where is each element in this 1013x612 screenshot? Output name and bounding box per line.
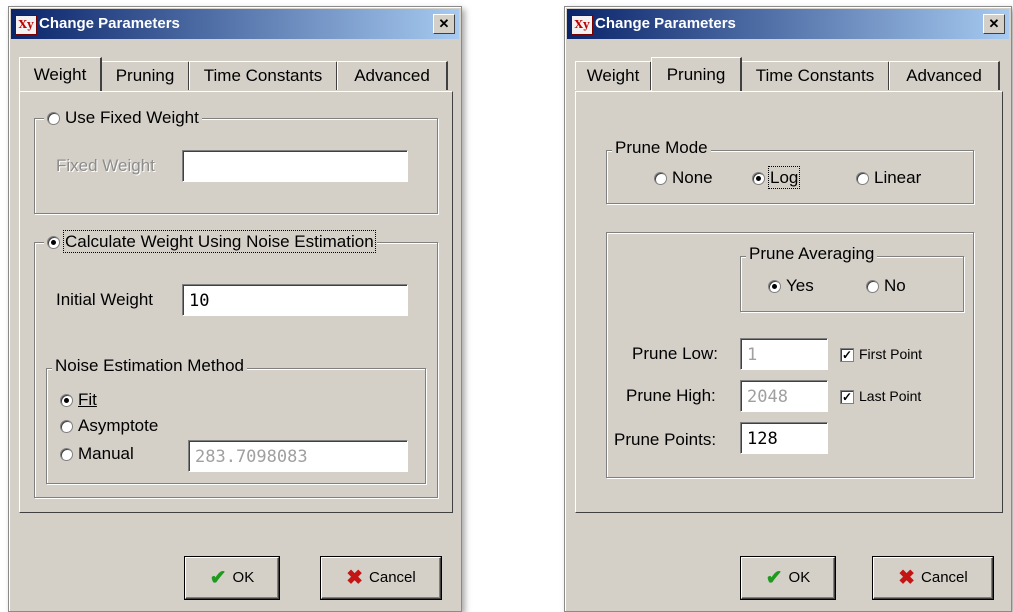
radio-icon	[47, 236, 60, 250]
weight-tab-panel: Use Fixed Weight Fixed Weight Calculate …	[19, 91, 453, 513]
app-icon: Xy	[15, 15, 37, 35]
prune-averaging-no-radio[interactable]: No	[866, 276, 906, 296]
ok-label: OK	[788, 569, 811, 586]
method-manual-label: Manual	[78, 444, 134, 463]
close-icon[interactable]: ✕	[433, 14, 455, 34]
calc-weight-radio[interactable]: Calculate Weight Using Noise Estimation	[44, 230, 377, 253]
right-dialog-window: Xy Change Parameters ✕ Weight Pruning Ti…	[564, 6, 1012, 612]
initial-weight-label: Initial Weight	[56, 290, 154, 309]
tab-pruning[interactable]: Pruning	[101, 61, 190, 90]
prune-mode-none-radio[interactable]: None	[654, 168, 713, 188]
prune-low-field[interactable]: 1	[740, 338, 828, 370]
first-point-checkbox[interactable]: ✓ First Point	[840, 346, 923, 363]
radio-icon	[752, 172, 765, 186]
x-icon: ✖	[898, 567, 916, 590]
manual-value-field[interactable]: 283.7098083	[188, 440, 408, 472]
right-title-bar[interactable]: Xy Change Parameters ✕	[567, 9, 1009, 39]
cancel-label: Cancel	[921, 569, 968, 586]
prune-none-label: None	[672, 168, 713, 187]
fixed-weight-field[interactable]	[182, 150, 408, 182]
averaging-yes-label: Yes	[786, 276, 814, 295]
checkmark-icon: ✓	[840, 348, 854, 363]
left-dialog-window: Xy Change Parameters ✕ Weight Pruning Ti…	[8, 6, 462, 612]
first-point-label: First Point	[859, 346, 923, 362]
method-asymptote-radio[interactable]: Asymptote	[60, 416, 158, 436]
cancel-button[interactable]: ✖ Cancel	[321, 557, 441, 599]
prune-points-field[interactable]: 128	[740, 422, 828, 454]
dialog-title: Change Parameters	[39, 15, 180, 32]
checkmark-icon: ✔	[765, 567, 783, 590]
use-fixed-weight-radio[interactable]: Use Fixed Weight	[44, 108, 202, 128]
radio-icon	[866, 280, 879, 294]
radio-icon	[47, 112, 60, 126]
fixed-weight-label: Fixed Weight	[56, 156, 155, 175]
pruning-tab-panel: Prune Mode None Log Linear Prune Averagi…	[575, 91, 1003, 513]
tab-time-constants[interactable]: Time Constants	[741, 61, 890, 90]
tab-advanced[interactable]: Advanced	[337, 61, 448, 90]
radio-icon	[60, 420, 73, 434]
averaging-no-label: No	[884, 276, 906, 295]
radio-icon	[856, 172, 869, 186]
prune-linear-label: Linear	[874, 168, 922, 187]
checkmark-icon: ✔	[209, 567, 227, 590]
tab-time-constants[interactable]: Time Constants	[189, 61, 338, 90]
tab-pruning[interactable]: Pruning	[651, 57, 742, 91]
method-fit-radio[interactable]: Fit	[60, 390, 97, 410]
x-icon: ✖	[346, 567, 364, 590]
app-icon: Xy	[571, 15, 593, 35]
prune-averaging-yes-radio[interactable]: Yes	[768, 276, 814, 296]
prune-mode-linear-radio[interactable]: Linear	[856, 168, 921, 188]
prune-averaging-legend: Prune Averaging	[746, 244, 878, 264]
radio-icon	[60, 394, 73, 408]
prune-points-label: Prune Points:	[614, 430, 717, 449]
prune-high-label: Prune High:	[626, 386, 716, 405]
prune-log-label: Log	[767, 166, 801, 189]
prune-mode-legend: Prune Mode	[612, 138, 711, 158]
method-asymptote-label: Asymptote	[78, 416, 159, 435]
method-manual-radio[interactable]: Manual	[60, 444, 134, 464]
noise-method-legend: Noise Estimation Method	[52, 356, 247, 376]
prune-low-label: Prune Low:	[632, 344, 718, 363]
left-title-bar[interactable]: Xy Change Parameters ✕	[11, 9, 459, 39]
tab-advanced[interactable]: Advanced	[889, 61, 1000, 90]
last-point-checkbox[interactable]: ✓ Last Point	[840, 388, 922, 405]
ok-button[interactable]: ✔ OK	[185, 557, 279, 599]
last-point-label: Last Point	[859, 388, 922, 404]
cancel-label: Cancel	[369, 569, 416, 586]
ok-button[interactable]: ✔ OK	[741, 557, 835, 599]
prune-high-field[interactable]: 2048	[740, 380, 828, 412]
tab-weight[interactable]: Weight	[575, 61, 652, 90]
tab-weight[interactable]: Weight	[19, 57, 102, 91]
method-fit-label: Fit	[78, 390, 97, 409]
radio-icon	[654, 172, 667, 186]
checkmark-icon: ✓	[840, 390, 854, 405]
dialog-title: Change Parameters	[595, 15, 736, 32]
ok-label: OK	[232, 569, 255, 586]
cancel-button[interactable]: ✖ Cancel	[873, 557, 993, 599]
calc-weight-label: Calculate Weight Using Noise Estimation	[63, 230, 376, 253]
radio-icon	[768, 280, 781, 294]
radio-icon	[60, 448, 73, 462]
close-icon[interactable]: ✕	[983, 14, 1005, 34]
prune-mode-log-radio[interactable]: Log	[752, 166, 801, 189]
use-fixed-weight-label: Use Fixed Weight	[65, 108, 199, 127]
initial-weight-field[interactable]: 10	[182, 284, 408, 316]
